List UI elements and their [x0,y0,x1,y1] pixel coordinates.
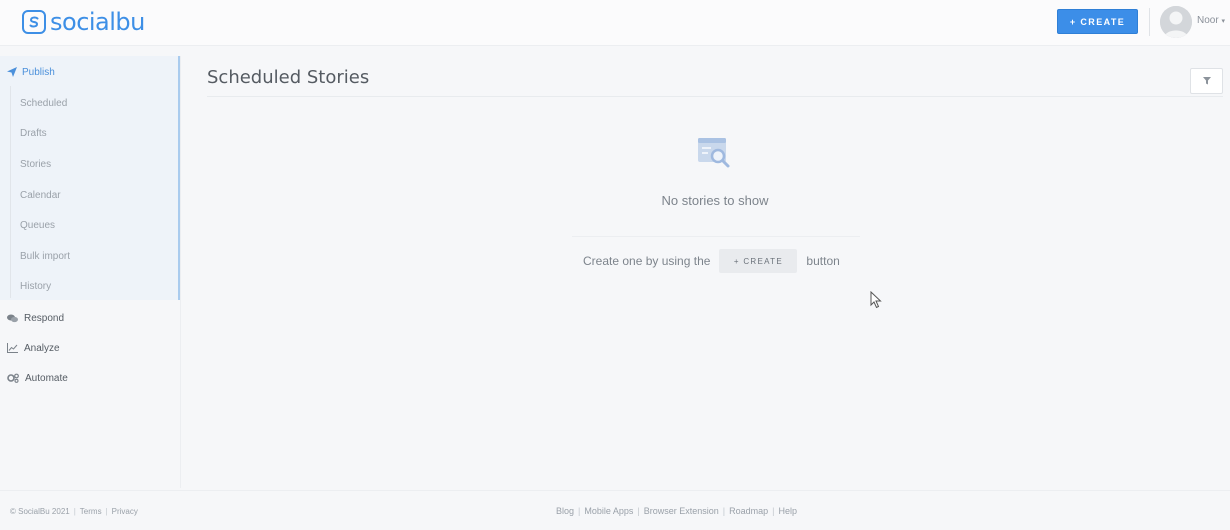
create-button[interactable]: + CREATE [1057,9,1138,34]
sidebar-subitem-history[interactable]: History [20,281,51,292]
sidebar-section-publish: Publish Scheduled Drafts Stories Calenda… [0,56,180,300]
footer-link-help[interactable]: Help [779,506,798,516]
chart-line-icon [7,343,18,353]
footer-link-mobile-apps[interactable]: Mobile Apps [584,506,633,516]
comments-icon [7,314,18,322]
sidebar-item-label: Analyze [24,342,60,354]
user-menu[interactable]: Noor ▾ [1197,15,1225,26]
sidebar-item-respond[interactable]: Respond [7,311,64,325]
copyright-text: © SocialBu 2021 [10,507,70,516]
sidebar-subitem-scheduled[interactable]: Scheduled [20,98,67,109]
brand-name: socialbu [50,8,145,36]
sidebar-subitem-queues[interactable]: Queues [20,220,55,231]
hint-suffix: button [806,254,840,268]
top-navbar: socialbu + CREATE Noor ▾ [0,0,1230,46]
footer-link-roadmap[interactable]: Roadmap [729,506,768,516]
sidebar: Publish Scheduled Drafts Stories Calenda… [0,56,180,488]
sidebar-item-publish[interactable]: Publish [7,64,55,80]
user-avatar-icon [1160,6,1192,38]
footer-link-blog[interactable]: Blog [556,506,574,516]
empty-state-divider [572,236,860,237]
user-name: Noor [1197,15,1219,26]
paper-plane-icon [7,67,17,77]
sidebar-item-label: Respond [24,312,65,324]
title-divider [207,96,1223,97]
brand-logo[interactable]: socialbu [22,8,145,36]
sidebar-subitem-bulk-import[interactable]: Bulk import [20,251,70,262]
avatar[interactable] [1160,6,1192,38]
empty-state-hint: Create one by using the + CREATE button [583,249,840,273]
sidebar-item-analyze[interactable]: Analyze [7,341,60,355]
filter-icon [1202,77,1211,85]
empty-state-message: No stories to show [661,193,769,208]
create-button-label: + CREATE [1069,16,1126,27]
footer-link-terms[interactable]: Terms [80,507,102,516]
sidebar-subitem-calendar[interactable]: Calendar [20,190,61,201]
socialbu-logo-icon [22,10,46,34]
footer-legal: © SocialBu 2021 | Terms | Privacy [10,507,138,516]
caret-down-icon: ▾ [1221,18,1225,25]
hint-prefix: Create one by using the [583,254,711,268]
sidebar-subitem-drafts[interactable]: Drafts [20,128,47,139]
sidebar-item-automate[interactable]: Automate [7,371,68,385]
footer-links: Blog | Mobile Apps | Browser Extension |… [556,506,798,516]
submenu-rail [10,86,11,298]
mouse-pointer-icon [870,291,882,309]
sidebar-item-label: Publish [22,66,55,78]
sidebar-item-label: Automate [25,372,68,384]
inline-create-button[interactable]: + CREATE [719,249,798,273]
search-document-icon [698,138,730,168]
footer-link-privacy[interactable]: Privacy [112,507,138,516]
sidebar-divider [180,56,181,488]
sidebar-subitem-stories[interactable]: Stories [20,159,51,170]
cogs-icon [7,373,19,383]
header-divider [1149,8,1150,36]
inline-create-label: + CREATE [733,256,783,266]
footer-divider [0,490,1230,491]
page-title: Scheduled Stories [207,67,370,88]
filter-button[interactable] [1190,68,1223,94]
footer-link-browser-extension[interactable]: Browser Extension [644,506,719,516]
